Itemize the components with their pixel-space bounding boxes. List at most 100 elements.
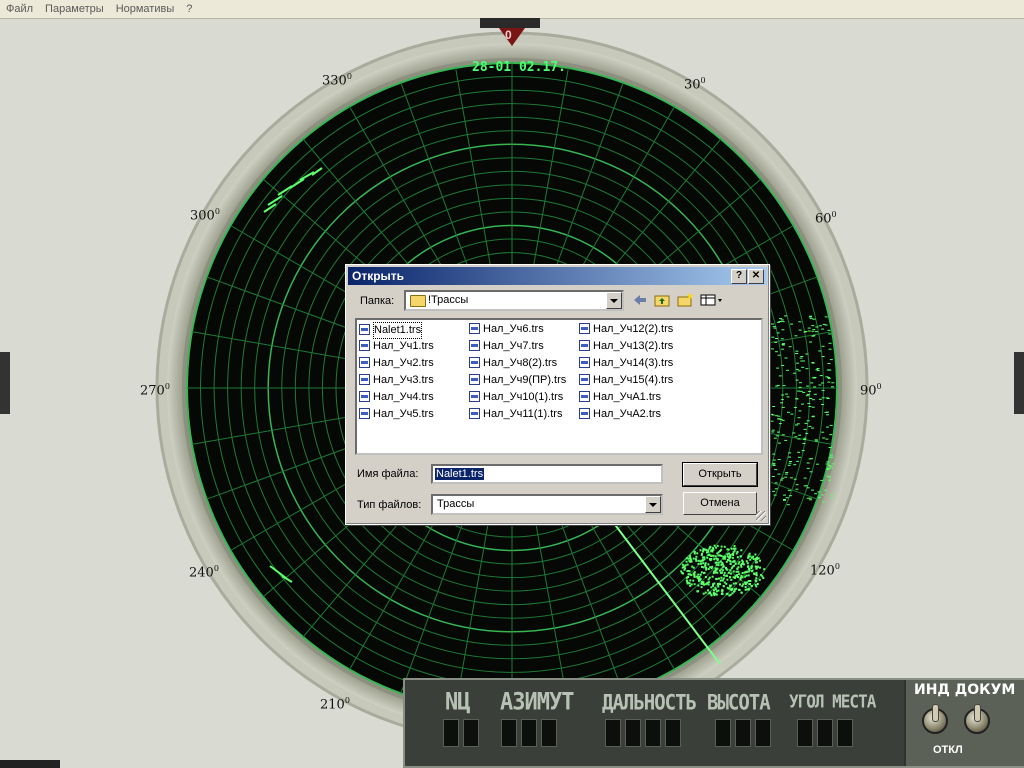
file-item[interactable]: Нал_Уч13(2).trs [579,339,673,354]
file-item[interactable]: Нал_УчА2.trs [579,407,661,422]
file-item[interactable]: Нал_Уч15(4).trs [579,373,673,388]
file-item[interactable]: Нал_Уч12(2).trs [579,322,673,337]
up-folder-icon[interactable] [653,292,671,308]
file-list[interactable]: Nalet1.trs Нал_Уч1.trs Нал_Уч2.trs Нал_У… [355,318,763,455]
clutter-dot [747,574,750,577]
clutter-dot [755,557,757,560]
file-item[interactable]: Нал_Уч2.trs [359,356,434,371]
clutter-dot [778,423,782,425]
clutter-dot [826,469,830,470]
clutter-dot [725,568,728,571]
clutter-dot [745,571,748,574]
new-folder-icon[interactable] [676,292,694,308]
clutter-dot [821,356,825,357]
clutter-dot [686,563,689,566]
clutter-dot [735,574,738,577]
clutter-dot [802,360,805,362]
clutter-dot [722,585,725,588]
clutter-dot [740,549,743,552]
clutter-dot [687,557,690,560]
clutter-dot [771,323,774,325]
clutter-dot [785,472,789,473]
clutter-dot [811,406,815,408]
file-item[interactable]: Нал_Уч8(2).trs [469,356,557,371]
clutter-dot [721,566,724,569]
filetype-select[interactable]: Трассы [431,494,663,515]
clutter-dot [696,552,699,555]
filetype-dropdown-arrow-icon[interactable] [645,496,661,513]
file-item[interactable]: Нал_Уч11(1).trs [469,407,562,422]
clutter-dot [788,456,791,458]
clutter-dot [746,581,749,584]
file-item[interactable]: Nalet1.trs [359,322,423,339]
help-button[interactable]: ? [731,269,747,284]
file-item[interactable]: Нал_Уч5.trs [359,407,434,422]
file-item[interactable]: Нал_Уч9(ПР).trs [469,373,566,388]
file-item[interactable]: Нал_Уч14(3).trs [579,356,673,371]
clutter-dot [806,393,810,395]
open-button[interactable]: Открыть [682,462,758,487]
cancel-button[interactable]: Отмена [683,492,757,515]
toggle-switch-dokum[interactable] [964,704,990,734]
clutter-dot [692,579,695,582]
file-item[interactable]: Нал_Уч7.trs [469,339,544,354]
clutter-dot [730,567,733,570]
bottom-strip [0,760,60,768]
filetype-label: Тип файлов: [357,499,422,511]
clutter-dot [749,555,752,558]
clutter-dot [697,590,700,593]
clutter-dot [772,490,776,492]
clutter-dot [818,398,822,400]
clutter-dot [693,571,696,574]
clutter-dot [819,375,823,377]
clutter-dot [686,580,689,583]
folder-dropdown-arrow-icon[interactable] [606,292,622,309]
clutter-dot [727,548,730,551]
clutter-dot [712,554,715,557]
clutter-dot [798,329,802,331]
clutter-dot [795,368,799,370]
clutter-dot [811,427,814,429]
file-item[interactable]: Нал_Уч3.trs [359,373,434,388]
open-file-dialog: Открыть ? ✕ Папка: !Трассы Nalet1.trs На… [345,264,770,525]
clutter-dot [775,415,779,417]
file-item[interactable]: Нал_УчА1.trs [579,390,661,405]
clutter-dot [730,547,733,550]
clutter-dot [771,431,775,433]
clutter-dot [739,555,742,558]
file-item[interactable]: Нал_Уч4.trs [359,390,434,405]
clutter-dot [697,573,700,576]
file-item[interactable]: Нал_Уч1.trs [359,339,434,354]
clutter-dot [774,482,778,484]
clutter-dot [737,562,740,565]
file-item[interactable]: Нал_Уч6.trs [469,322,544,337]
clutter-dot [804,422,808,424]
clutter-dot [756,565,759,568]
file-item[interactable]: Нал_Уч10(1).trs [469,390,563,405]
filename-input[interactable]: Nalet1.trs [431,464,663,484]
clutter-dot [831,463,835,465]
clutter-dot [822,323,826,325]
clutter-dot [718,577,720,580]
clutter-dot [821,328,825,330]
folder-select[interactable]: !Трассы [404,290,624,311]
clutter-dot [831,386,834,388]
azimuth-label-330: 3300 [322,72,352,89]
toggle-switch-ind[interactable] [922,704,948,734]
clutter-dot [720,593,723,595]
clutter-dot [719,569,721,572]
file-icon [359,340,370,351]
back-icon[interactable] [631,292,649,308]
clutter-dot [798,321,802,323]
clutter-dot [825,438,829,440]
ind-dokum-label: ИНД ДОКУМ [914,682,1016,698]
resize-grip-icon[interactable] [756,511,766,521]
clutter-dot [775,351,778,353]
close-button[interactable]: ✕ [748,269,764,284]
clutter-dot [787,489,791,491]
clutter-dot [774,488,778,490]
clutter-dot [690,583,693,586]
clutter-dot [745,574,748,577]
azimuth-readout [501,719,557,747]
view-menu-icon[interactable] [700,292,724,308]
